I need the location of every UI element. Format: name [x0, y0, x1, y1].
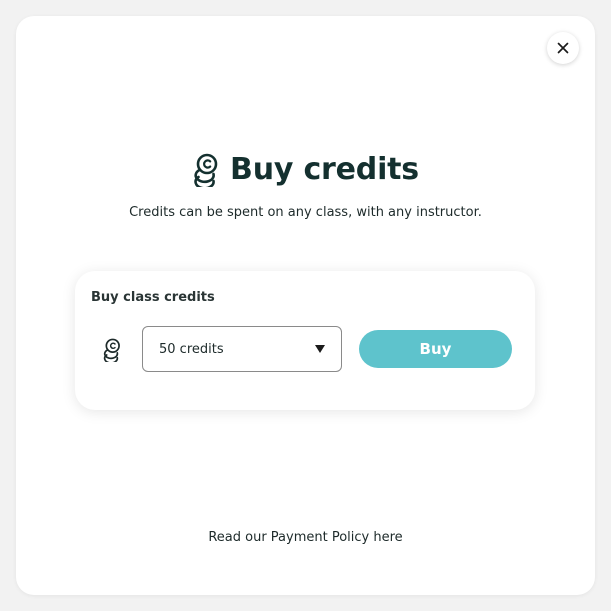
modal-title: Buy credits	[230, 152, 419, 187]
close-button[interactable]	[547, 32, 579, 64]
chevron-down-icon	[315, 345, 325, 353]
buy-credits-card: Buy class credits 50 credits Buy	[75, 271, 535, 410]
modal-subtitle: Credits can be spent on any class, with …	[129, 205, 482, 220]
coins-icon	[194, 153, 218, 187]
close-icon	[557, 42, 569, 54]
buy-button[interactable]: Buy	[359, 330, 512, 368]
credits-select-value: 50 credits	[159, 341, 224, 357]
modal-header: Buy credits	[16, 152, 595, 187]
buy-credits-modal: Buy credits Credits can be spent on any …	[16, 16, 595, 595]
payment-policy-link[interactable]: Read our Payment Policy here	[16, 530, 595, 545]
credits-select[interactable]: 50 credits	[142, 326, 342, 372]
coins-icon	[103, 338, 120, 362]
card-label: Buy class credits	[91, 290, 215, 305]
